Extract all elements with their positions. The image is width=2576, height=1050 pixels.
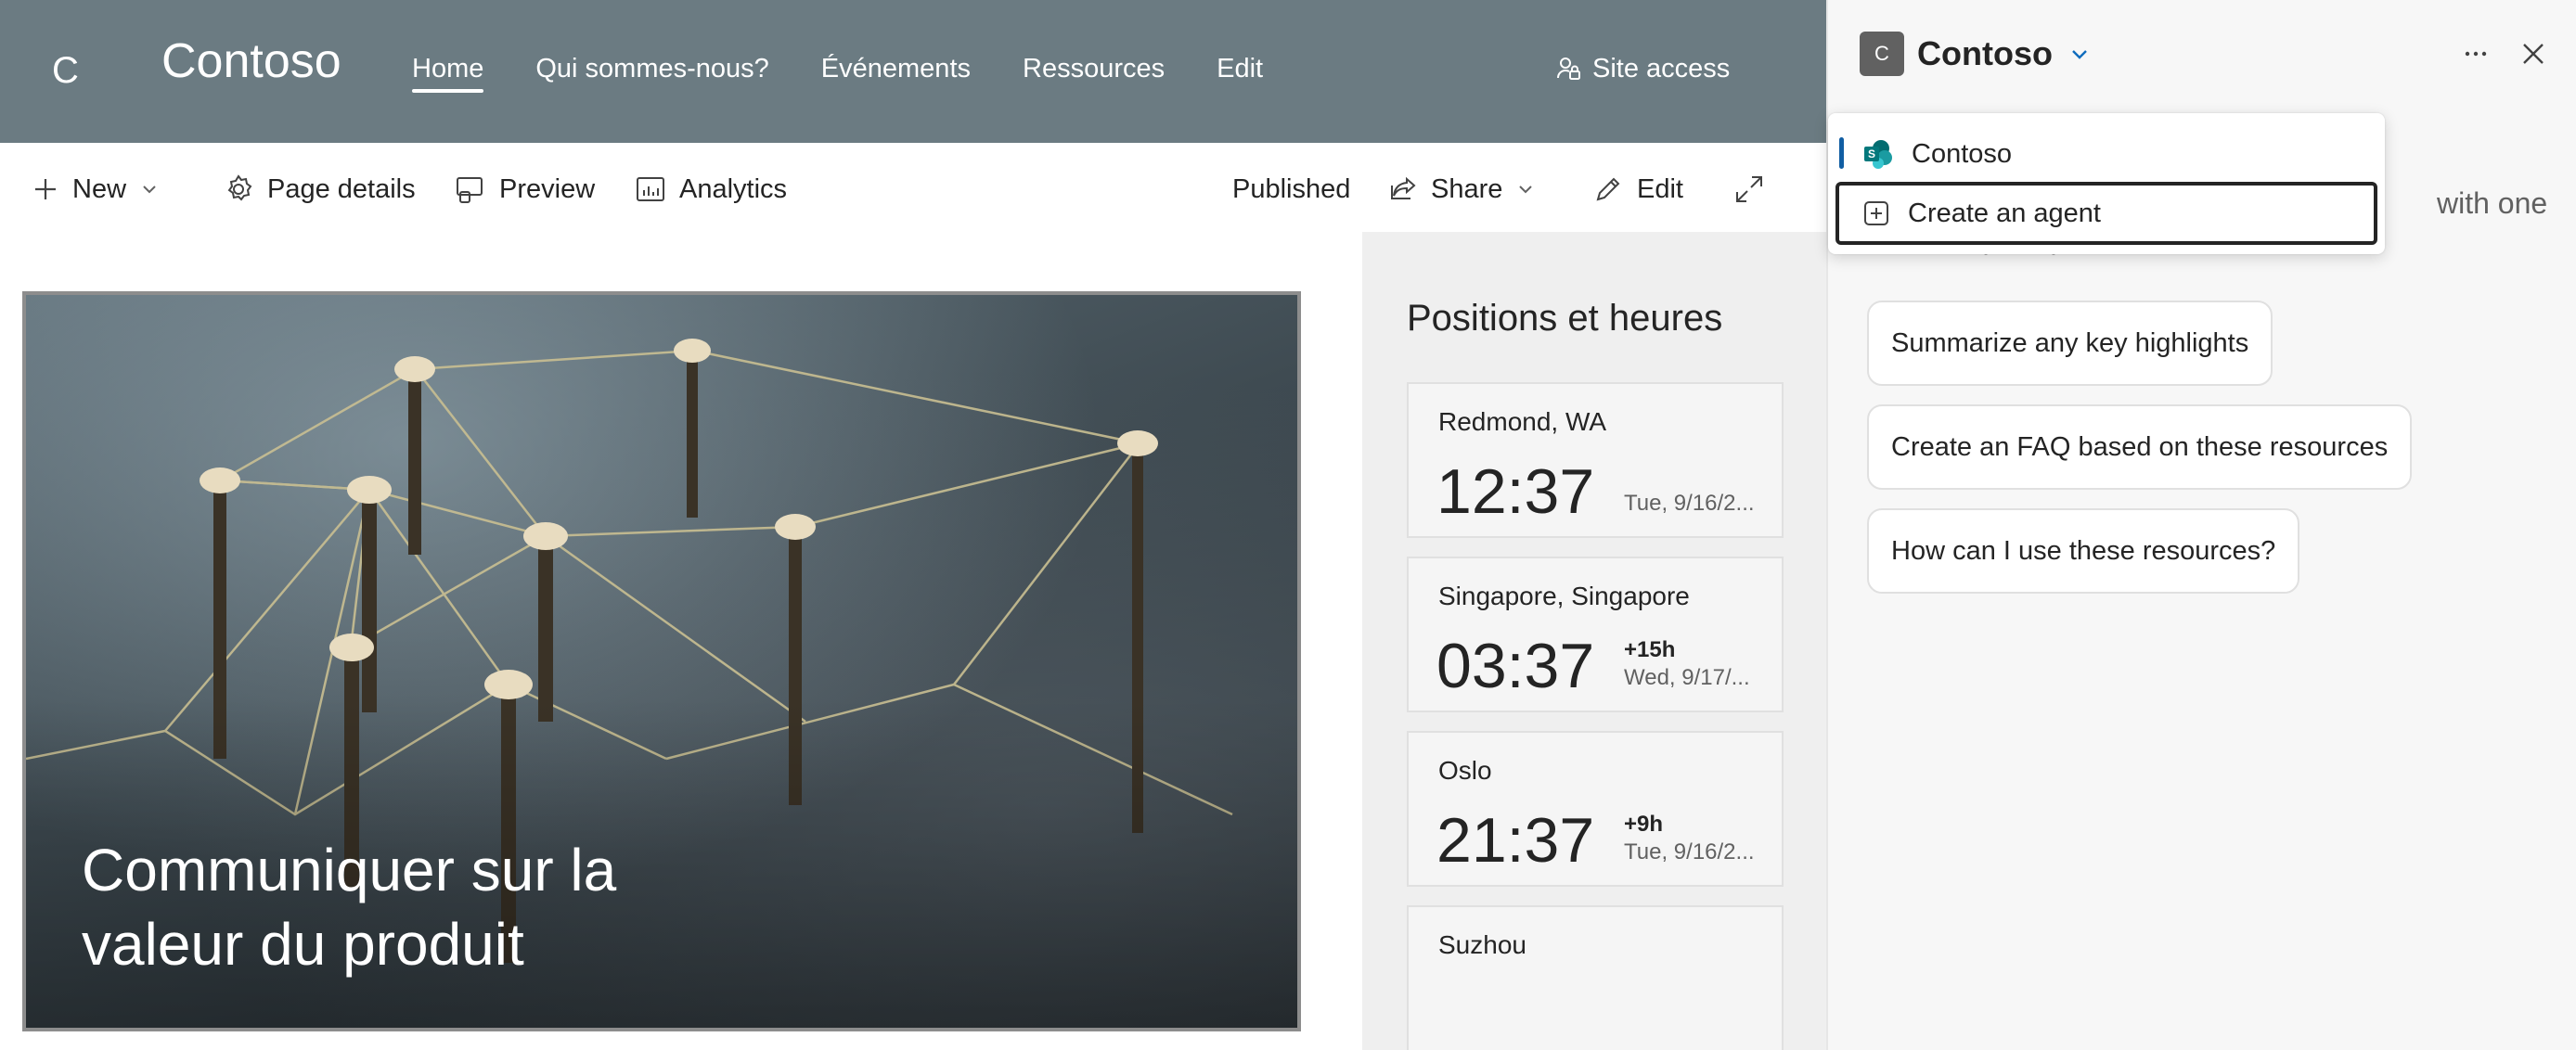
add-square-icon: [1864, 201, 1888, 225]
chevron-down-icon: [143, 186, 156, 194]
pane-header: C Contoso: [1828, 0, 2576, 108]
clock-card: Oslo 21:37 +9h Tue, 9/16/2...: [1407, 731, 1784, 887]
site-avatar: C: [1860, 32, 1904, 76]
analytics-label: Analytics: [679, 173, 788, 204]
clock-date: Tue, 9/16/2...: [1624, 839, 1755, 864]
clock-card: Redmond, WA 12:37 Tue, 9/16/2...: [1407, 382, 1784, 538]
plus-icon: [35, 179, 56, 199]
more-horizontal-icon: [2465, 51, 2487, 57]
chevron-down-icon: [2072, 50, 2087, 59]
prompt-suggestion[interactable]: How can I use these resources?: [1867, 508, 2300, 594]
more-options-button[interactable]: [2455, 33, 2496, 74]
prompt-suggestion[interactable]: Create an FAQ based on these resources: [1867, 404, 2413, 490]
clock-date: Wed, 9/17/...: [1624, 665, 1750, 690]
site-title[interactable]: Contoso: [161, 33, 341, 89]
menu-item-label: Contoso: [1912, 138, 2013, 169]
clock-time: 03:37: [1436, 631, 1595, 701]
world-clock-webpart: Positions et heures Redmond, WA 12:37 Tu…: [1362, 232, 1826, 1050]
share-icon: [1391, 176, 1416, 199]
clock-city: Singapore, Singapore: [1438, 582, 1690, 610]
hero-title[interactable]: Communiquer sur la valeur du produit: [82, 833, 731, 981]
analytics-icon: [637, 177, 664, 201]
chevron-down-icon: [1519, 186, 1533, 194]
publish-status: Published: [1232, 167, 1350, 211]
menu-item-label: Create an agent: [1908, 198, 2101, 228]
site-access-button[interactable]: Site access: [1555, 50, 1730, 87]
clock-city: Redmond, WA: [1438, 407, 1607, 436]
agent-picker-menu: S Contoso Create an agent: [1828, 113, 2385, 254]
site-navigation: Home Qui sommes-nous? Événements Ressour…: [412, 50, 1263, 93]
clock-time: 21:37: [1436, 805, 1595, 876]
pencil-icon: [1596, 177, 1620, 201]
nav-item-edit[interactable]: Edit: [1217, 50, 1263, 87]
sharepoint-icon: S: [1864, 140, 1892, 169]
prompt-suggestion[interactable]: Summarize any key highlights: [1867, 301, 2273, 386]
nav-item-home[interactable]: Home: [412, 50, 484, 93]
nav-item-resources[interactable]: Ressources: [1023, 50, 1165, 87]
preview-label: Preview: [499, 173, 596, 204]
expand-button[interactable]: [1733, 167, 1765, 211]
new-button[interactable]: New: [32, 167, 160, 211]
preview-button[interactable]: Preview: [455, 167, 595, 211]
hero-banner[interactable]: Communiquer sur la valeur du produit: [22, 291, 1301, 1031]
analytics-button[interactable]: Analytics: [635, 167, 787, 211]
share-label: Share: [1431, 173, 1503, 204]
close-icon: [2523, 44, 2544, 64]
nav-item-events[interactable]: Événements: [821, 50, 971, 87]
nav-item-about[interactable]: Qui sommes-nous?: [535, 50, 768, 87]
share-button[interactable]: Share: [1388, 167, 1536, 211]
edit-label: Edit: [1637, 173, 1683, 204]
publish-status-label: Published: [1232, 173, 1351, 204]
agent-picker-button[interactable]: Contoso: [1917, 32, 2092, 76]
edit-button[interactable]: Edit: [1592, 167, 1683, 211]
sharepoint-site: C Contoso Home Qui sommes-nous? Événemen…: [0, 0, 1826, 1050]
menu-item-contoso[interactable]: S Contoso: [1835, 122, 2377, 186]
gear-icon: [227, 174, 252, 201]
clock-card: Suzhou: [1407, 905, 1784, 1050]
agent-picker-label: Contoso: [1917, 34, 2053, 72]
site-access-label: Site access: [1592, 54, 1731, 83]
clock-city: Suzhou: [1438, 930, 1526, 959]
menu-item-create-agent[interactable]: Create an agent: [1835, 182, 2377, 245]
clock-card: Singapore, Singapore 03:37 +15h Wed, 9/1…: [1407, 557, 1784, 712]
page-details-button[interactable]: Page details: [223, 167, 416, 211]
clock-offset: +9h: [1624, 812, 1664, 837]
clock-date: Tue, 9/16/2...: [1624, 491, 1755, 516]
preview-icon: [457, 177, 483, 203]
svg-text:S: S: [1868, 147, 1875, 160]
page-details-label: Page details: [267, 173, 416, 204]
expand-icon: [1736, 176, 1762, 202]
clock-offset: +15h: [1624, 637, 1676, 662]
command-bar: New Page details Preview Analytics Publi…: [0, 143, 1826, 232]
world-clock-heading: Positions et heures: [1407, 298, 1723, 339]
new-label: New: [72, 173, 127, 204]
site-logo[interactable]: C: [52, 48, 89, 93]
close-button[interactable]: [2513, 33, 2554, 74]
clock-city: Oslo: [1438, 756, 1492, 785]
site-header: C Contoso Home Qui sommes-nous? Événemen…: [0, 0, 1826, 143]
clock-time: 12:37: [1436, 456, 1595, 527]
people-lock-icon: [1557, 58, 1580, 80]
